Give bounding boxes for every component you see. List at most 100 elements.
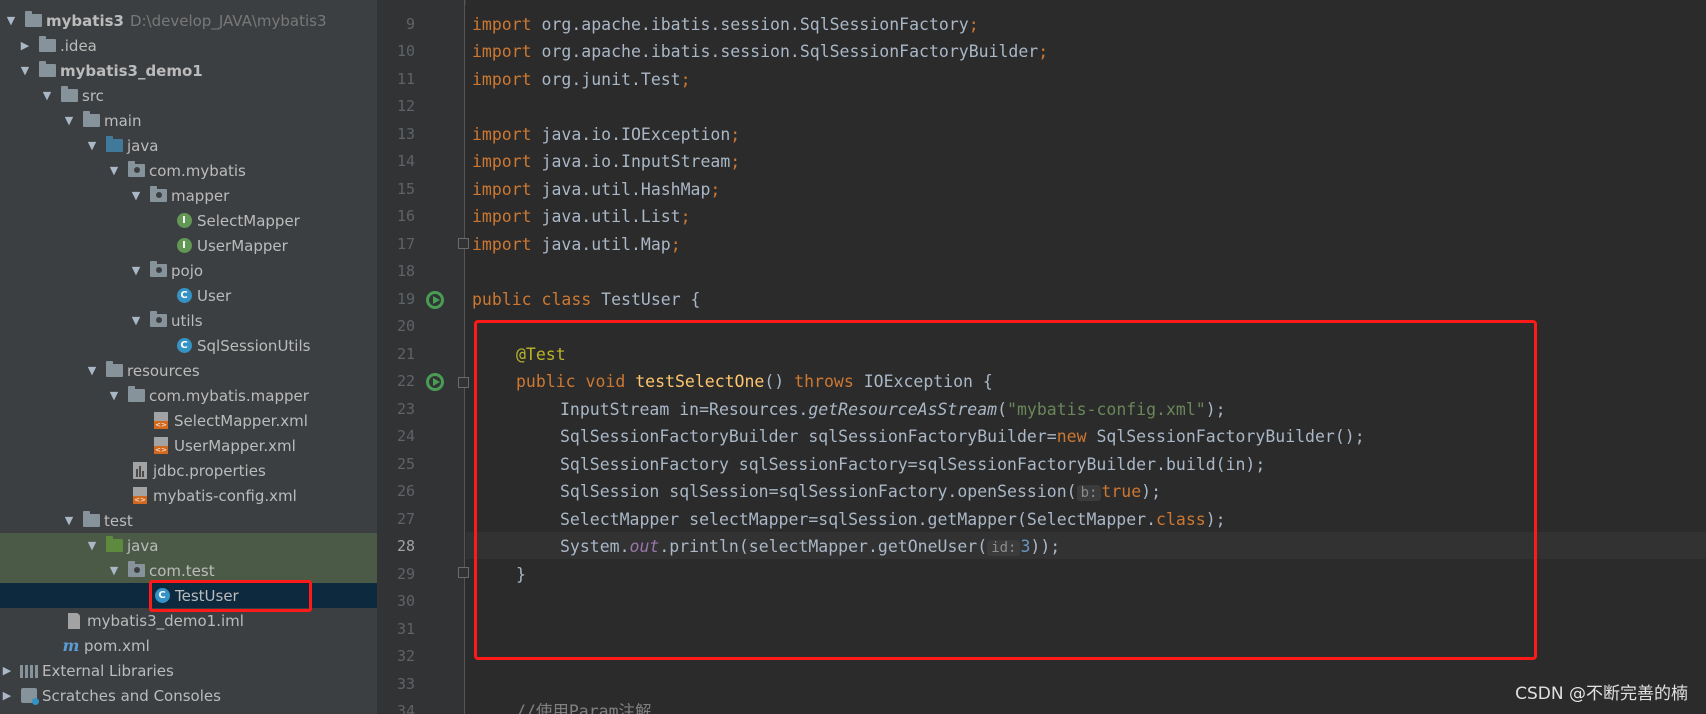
chevron-down-icon[interactable]: ▼ bbox=[129, 189, 143, 203]
tree-item-pojo[interactable]: ▼ pojo bbox=[0, 258, 377, 283]
xml-file-icon bbox=[131, 487, 149, 504]
tree-item-user[interactable]: C User bbox=[0, 283, 377, 308]
folder-icon bbox=[82, 511, 100, 529]
tree-item-select-mapper[interactable]: I SelectMapper bbox=[0, 208, 377, 233]
chevron-down-icon[interactable]: ▼ bbox=[85, 539, 99, 553]
tree-item-resources[interactable]: ▼ resources bbox=[0, 358, 377, 383]
line-number: 25 bbox=[396, 455, 415, 473]
folder-icon bbox=[127, 386, 145, 404]
line-number: 30 bbox=[396, 592, 415, 610]
chevron-down-icon[interactable]: ▼ bbox=[107, 389, 121, 403]
chevron-down-icon[interactable]: ▼ bbox=[62, 514, 76, 528]
tree-item-src[interactable]: ▼ src bbox=[0, 83, 377, 108]
line-number: 10 bbox=[396, 42, 415, 60]
line-number: 14 bbox=[396, 152, 415, 170]
tree-item-pom[interactable]: m pom.xml bbox=[0, 633, 377, 658]
run-test-method-icon[interactable] bbox=[426, 373, 444, 391]
tree-item-label: UserMapper.xml bbox=[174, 436, 296, 455]
line-number: 23 bbox=[396, 400, 415, 418]
tree-item-main[interactable]: ▼ main bbox=[0, 108, 377, 133]
tree-item-java-test[interactable]: ▼ java bbox=[0, 533, 377, 558]
xml-file-icon bbox=[152, 437, 170, 454]
line-number: 13 bbox=[396, 125, 415, 143]
tree-item-com-mybatis[interactable]: ▼ com.mybatis bbox=[0, 158, 377, 183]
chevron-down-icon[interactable]: ▼ bbox=[62, 114, 76, 128]
chevron-right-icon[interactable]: ▶ bbox=[0, 664, 14, 678]
code-line-17: import java.util.Map; bbox=[472, 235, 681, 254]
tree-item-label: SqlSessionUtils bbox=[197, 336, 311, 355]
scratches-icon bbox=[20, 688, 39, 705]
tree-item-label: java bbox=[127, 136, 159, 155]
project-tree-panel: ▼ mybatis3 D:\develop_JAVA\mybatis3 ▶ .i… bbox=[0, 0, 377, 714]
module-icon bbox=[24, 11, 42, 29]
tree-item-label: UserMapper bbox=[197, 236, 288, 255]
project-path: D:\develop_JAVA\mybatis3 bbox=[129, 11, 327, 30]
interface-icon: I bbox=[175, 238, 193, 254]
fold-marker-icon[interactable] bbox=[458, 238, 469, 249]
tree-item-module[interactable]: ▼ mybatis3_demo1 bbox=[0, 58, 377, 83]
tree-item-root[interactable]: ▼ mybatis3 D:\develop_JAVA\mybatis3 bbox=[0, 8, 377, 33]
line-number: 27 bbox=[396, 510, 415, 528]
tree-item-user-mapper-xml[interactable]: UserMapper.xml bbox=[0, 433, 377, 458]
tree-item-java-main[interactable]: ▼ java bbox=[0, 133, 377, 158]
package-icon bbox=[127, 161, 145, 179]
properties-file-icon bbox=[131, 462, 149, 479]
tree-item-utils[interactable]: ▼ utils bbox=[0, 308, 377, 333]
folder-icon bbox=[60, 86, 78, 104]
tree-item-user-mapper[interactable]: I UserMapper bbox=[0, 233, 377, 258]
tree-item-mapper[interactable]: ▼ mapper bbox=[0, 183, 377, 208]
chevron-right-icon[interactable]: ▶ bbox=[0, 689, 14, 703]
chevron-down-icon[interactable]: ▼ bbox=[85, 364, 99, 378]
chevron-right-icon[interactable]: ▶ bbox=[18, 39, 32, 53]
code-line-34: //使用Param注解 bbox=[516, 702, 652, 714]
line-number: 22 bbox=[396, 372, 415, 390]
tree-item-jdbc-properties[interactable]: jdbc.properties bbox=[0, 458, 377, 483]
chevron-down-icon[interactable]: ▼ bbox=[18, 64, 32, 78]
watermark: CSDN @不断完善的楠 bbox=[1515, 684, 1688, 704]
chevron-down-icon[interactable]: ▼ bbox=[4, 14, 18, 28]
tree-item-sql-session-utils[interactable]: C SqlSessionUtils bbox=[0, 333, 377, 358]
fold-marker-icon[interactable] bbox=[458, 377, 469, 388]
chevron-down-icon[interactable]: ▼ bbox=[107, 164, 121, 178]
chevron-down-icon[interactable]: ▼ bbox=[40, 89, 54, 103]
tree-item-label: mybatis3_demo1.iml bbox=[87, 611, 244, 630]
tree-item-label: main bbox=[104, 111, 142, 130]
tree-item-test[interactable]: ▼ test bbox=[0, 508, 377, 533]
tree-item-mybatis-config[interactable]: mybatis-config.xml bbox=[0, 483, 377, 508]
tree-item-label: java bbox=[127, 536, 159, 555]
xml-file-icon bbox=[152, 412, 170, 429]
tree-item-label: pom.xml bbox=[84, 636, 150, 655]
library-icon bbox=[20, 663, 38, 679]
tree-item-scratches[interactable]: ▶ Scratches and Consoles bbox=[0, 683, 377, 708]
tree-item-label: External Libraries bbox=[42, 661, 174, 680]
line-number: 12 bbox=[396, 97, 415, 115]
line-number: 18 bbox=[396, 262, 415, 280]
tree-item-com-mybatis-mapper[interactable]: ▼ com.mybatis.mapper bbox=[0, 383, 377, 408]
line-number: 24 bbox=[396, 427, 415, 445]
package-icon bbox=[127, 561, 145, 579]
line-number: 9 bbox=[405, 15, 415, 33]
tree-item-select-mapper-xml[interactable]: SelectMapper.xml bbox=[0, 408, 377, 433]
tree-item-external-libraries[interactable]: ▶ External Libraries bbox=[0, 658, 377, 683]
chevron-down-icon[interactable]: ▼ bbox=[129, 314, 143, 328]
tree-item-label: mybatis-config.xml bbox=[153, 486, 297, 505]
chevron-down-icon[interactable]: ▼ bbox=[129, 264, 143, 278]
tree-item-label: mybatis3 bbox=[46, 11, 124, 30]
line-number: 34 bbox=[396, 702, 415, 714]
class-icon: C bbox=[175, 338, 193, 354]
code-line-9: import org.apache.ibatis.session.SqlSess… bbox=[472, 15, 979, 34]
tree-item-label: src bbox=[82, 86, 104, 105]
maven-icon: m bbox=[62, 636, 80, 655]
chevron-down-icon[interactable]: ▼ bbox=[85, 139, 99, 153]
chevron-down-icon[interactable]: ▼ bbox=[107, 564, 121, 578]
tree-item-idea[interactable]: ▶ .idea bbox=[0, 33, 377, 58]
folder-icon bbox=[82, 111, 100, 129]
test-folder-icon bbox=[105, 536, 123, 554]
run-test-class-icon[interactable] bbox=[426, 291, 444, 309]
interface-icon: I bbox=[175, 213, 193, 229]
fold-marker-icon[interactable] bbox=[458, 567, 469, 578]
code-line-19: public class TestUser { bbox=[472, 290, 701, 309]
line-number: 19 bbox=[396, 290, 415, 308]
tree-item-iml[interactable]: mybatis3_demo1.iml bbox=[0, 608, 377, 633]
resources-folder-icon bbox=[105, 361, 123, 379]
